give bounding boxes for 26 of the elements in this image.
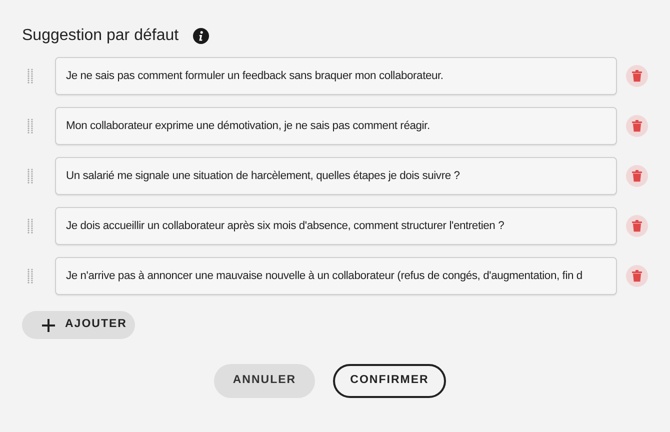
trash-icon xyxy=(632,70,642,82)
add-button[interactable]: AJOUTER xyxy=(22,311,135,339)
input-field[interactable]: Un salarié me signale une situation de harcèlement, quelles étapes je dois suivre ? xyxy=(54,157,618,195)
trash-icon xyxy=(632,270,642,282)
input-field[interactable]: Je ne sais pas comment formuler un feedback sans braquer mon collaborateur. xyxy=(54,57,618,95)
info-icon[interactable] xyxy=(192,28,209,44)
trash-icon xyxy=(632,170,642,182)
drag-handle-icon[interactable] xyxy=(27,218,35,234)
input-field[interactable]: Je dois accueillir un collaborateur après six mois d'absence, comment structurer l'entretien ? xyxy=(54,207,618,245)
section-title: Suggestion par défaut xyxy=(22,26,179,46)
drag-handle-icon[interactable] xyxy=(27,68,35,84)
confirm-button[interactable]: CONFIRMER xyxy=(333,364,446,398)
delete-button[interactable] xyxy=(626,215,648,237)
input-field[interactable]: Mon collaborateur exprime une démotivation, je ne sais pas comment réagir. xyxy=(54,107,618,145)
input-field[interactable]: Je n'arrive pas à annoncer une mauvaise nouvelle à un collaborateur (refus de congés, d'augmentation, fin d xyxy=(54,257,618,295)
delete-button[interactable] xyxy=(626,65,648,87)
drag-handle-icon[interactable] xyxy=(27,168,35,184)
delete-button[interactable] xyxy=(626,165,648,187)
delete-button[interactable] xyxy=(626,265,648,287)
trash-icon xyxy=(632,120,642,132)
drag-handle-icon[interactable] xyxy=(27,268,35,284)
drag-handle-icon[interactable] xyxy=(27,118,35,134)
cancel-button[interactable]: ANNULER xyxy=(214,364,315,398)
delete-button[interactable] xyxy=(626,115,648,137)
trash-icon xyxy=(632,220,642,232)
plus-icon xyxy=(42,318,55,332)
